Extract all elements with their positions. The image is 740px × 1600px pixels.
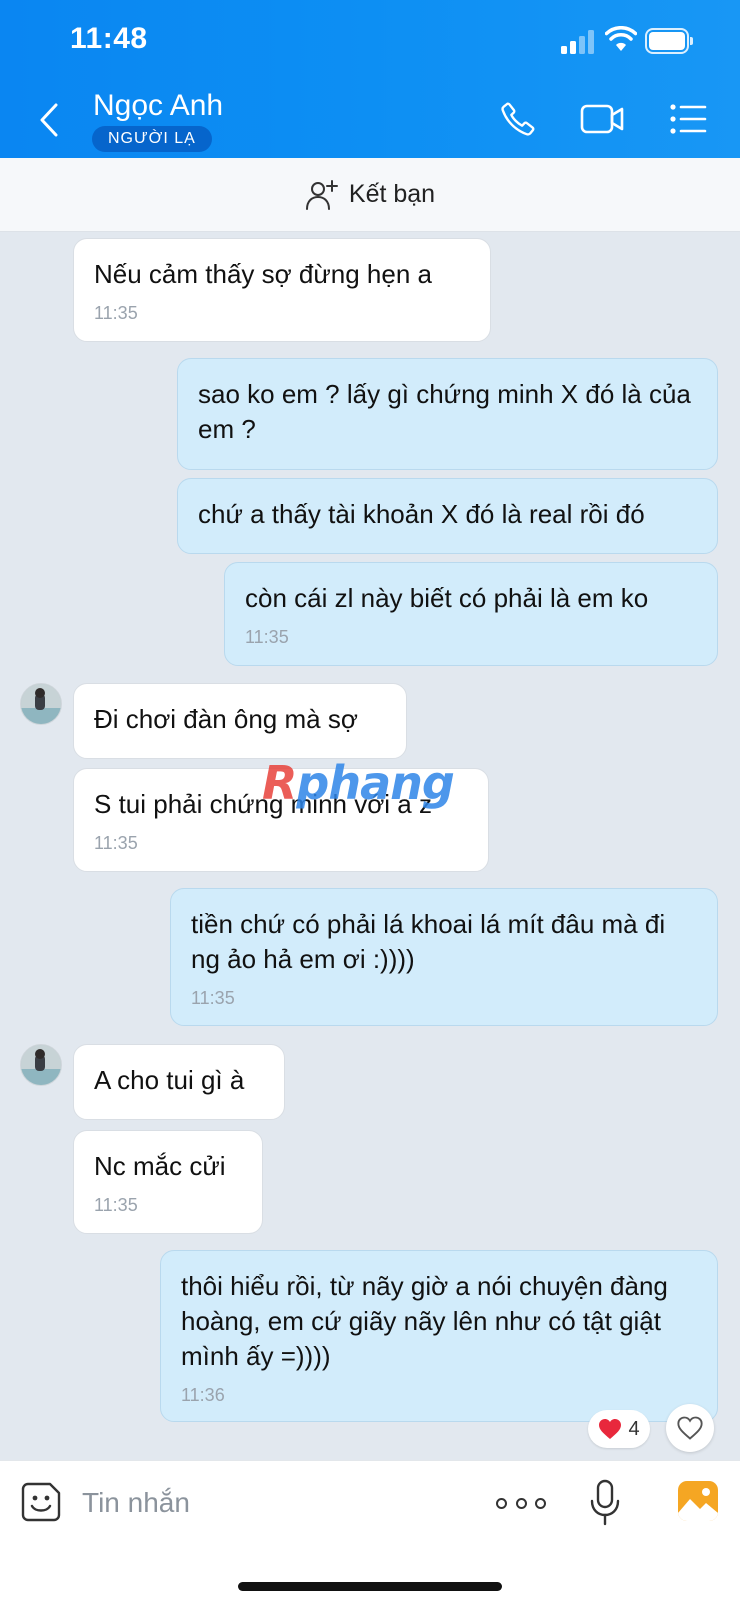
message-bubble-incoming[interactable]: A cho tui gì à xyxy=(73,1044,285,1120)
message-time: 11:35 xyxy=(94,833,138,853)
reaction-badge[interactable]: 4 xyxy=(588,1410,650,1448)
dot-icon xyxy=(496,1497,507,1509)
stranger-badge: NGƯỜI LẠ xyxy=(92,126,212,152)
dot-icon xyxy=(515,1497,527,1509)
voice-call-button[interactable] xyxy=(496,97,540,141)
microphone-icon xyxy=(590,1479,620,1526)
heart-outline-icon xyxy=(677,1416,703,1440)
message-bubble-incoming[interactable]: Nếu cảm thấy sợ đừng hẹn a 11:35 xyxy=(73,238,491,342)
message-text: còn cái zl này biết có phải là em ko xyxy=(245,583,649,613)
message-bubble-outgoing[interactable]: còn cái zl này biết có phải là em ko 11:… xyxy=(224,562,718,666)
status-bar: 11:48 xyxy=(0,0,740,84)
message-text: tiền chứ có phải lá khoai lá mít đâu mà … xyxy=(191,909,666,974)
avatar-photo xyxy=(21,1045,61,1085)
message-bubble-outgoing[interactable]: sao ko em ? lấy gì chứng minh X đó là củ… xyxy=(177,358,718,470)
status-time: 11:48 xyxy=(70,22,148,55)
message-text: sao ko em ? lấy gì chứng minh X đó là củ… xyxy=(198,379,691,444)
contact-avatar[interactable] xyxy=(20,683,62,725)
menu-button[interactable] xyxy=(666,97,710,141)
message-text: Nc mắc cửi xyxy=(94,1151,226,1181)
message-time: 11:35 xyxy=(94,303,138,323)
message-text: thôi hiểu rồi, từ nãy giờ a nói chuyện đ… xyxy=(181,1271,668,1371)
message-input[interactable] xyxy=(82,1479,462,1527)
message-text: A cho tui gì à xyxy=(94,1065,245,1095)
sticker-button[interactable] xyxy=(20,1481,62,1523)
voice-message-button[interactable] xyxy=(588,1479,622,1527)
send-image-button[interactable] xyxy=(676,1479,720,1523)
message-bubble-incoming[interactable]: Đi chơi đàn ông mà sợ xyxy=(73,683,407,759)
wifi-icon xyxy=(605,26,637,51)
message-text: chứ a thấy tài khoản X đó là real rồi đó xyxy=(198,499,645,529)
message-time: 11:35 xyxy=(94,1195,138,1215)
video-call-button[interactable] xyxy=(580,97,624,141)
message-text: Đi chơi đàn ông mà sợ xyxy=(94,704,358,734)
video-camera-icon xyxy=(580,104,624,134)
message-composer xyxy=(0,1460,740,1600)
message-time: 11:36 xyxy=(181,1385,225,1405)
image-gallery-icon xyxy=(678,1481,718,1521)
add-friend-label: Kết bạn xyxy=(348,180,436,208)
message-bubble-outgoing[interactable]: chứ a thấy tài khoản X đó là real rồi đó xyxy=(177,478,718,554)
sticker-smiley-icon xyxy=(21,1482,61,1522)
chevron-left-icon xyxy=(40,103,58,137)
more-options-button[interactable] xyxy=(496,1485,546,1521)
message-time: 11:35 xyxy=(191,988,235,1008)
battery-icon xyxy=(645,28,693,54)
watermark-logo: Rphang xyxy=(262,756,455,810)
list-menu-icon xyxy=(670,104,707,134)
add-user-icon xyxy=(305,179,338,210)
back-button[interactable] xyxy=(34,100,64,140)
add-friend-button[interactable]: Kết bạn xyxy=(0,158,740,232)
message-bubble-outgoing[interactable]: thôi hiểu rồi, từ nãy giờ a nói chuyện đ… xyxy=(160,1250,718,1422)
dot-icon xyxy=(535,1497,546,1509)
contact-name[interactable]: Ngọc Anh xyxy=(93,89,223,123)
cellular-signal-icon xyxy=(561,30,597,54)
home-indicator xyxy=(238,1582,502,1591)
like-button[interactable] xyxy=(666,1404,714,1452)
chat-header: 11:48 Ngọc Anh NGƯỜI LẠ xyxy=(0,0,740,158)
message-text: Nếu cảm thấy sợ đừng hẹn a xyxy=(94,259,432,289)
avatar-photo xyxy=(21,684,61,724)
reaction-count: 4 xyxy=(628,1417,640,1440)
heart-icon xyxy=(599,1419,622,1439)
phone-icon xyxy=(501,102,535,136)
message-bubble-incoming[interactable]: Nc mắc cửi 11:35 xyxy=(73,1130,263,1234)
message-time: 11:35 xyxy=(245,627,289,647)
contact-avatar[interactable] xyxy=(20,1044,62,1086)
message-bubble-outgoing[interactable]: tiền chứ có phải lá khoai lá mít đâu mà … xyxy=(170,888,718,1026)
